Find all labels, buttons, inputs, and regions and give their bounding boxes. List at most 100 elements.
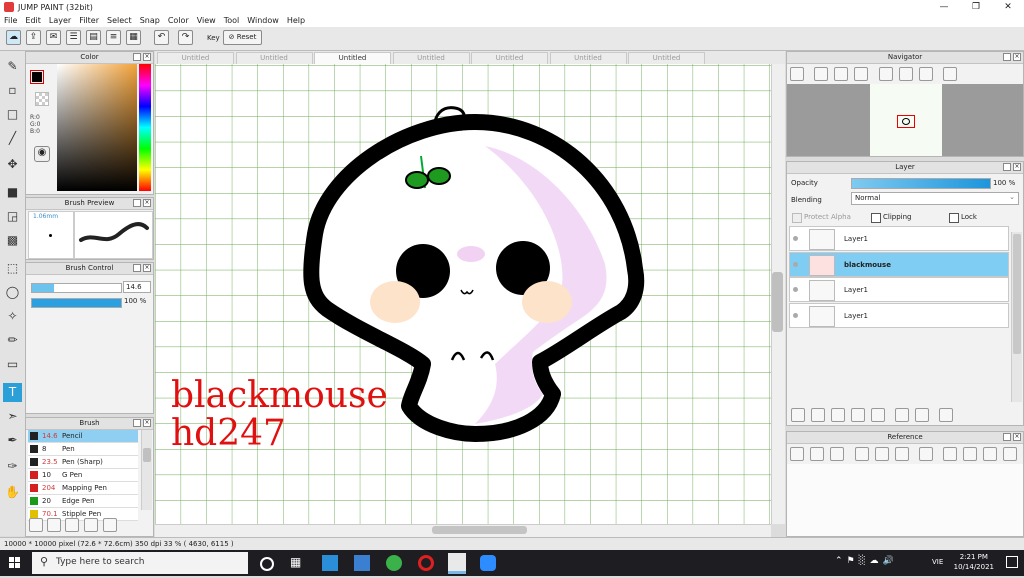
- protect-alpha-checkbox[interactable]: [792, 213, 802, 223]
- panel-float-icon[interactable]: [133, 264, 141, 272]
- close-button[interactable]: ✕: [992, 0, 1024, 14]
- system-tray-icons[interactable]: ⌃⚑░☁🔊: [835, 556, 898, 566]
- note-icon[interactable]: ☰: [66, 30, 81, 45]
- reference-rotate-left-icon[interactable]: [943, 447, 957, 461]
- layer-row[interactable]: Layer1: [789, 226, 1009, 251]
- panel-close-icon[interactable]: ×: [143, 199, 151, 207]
- reference-zoom-in-icon[interactable]: [855, 447, 869, 461]
- menu-tool[interactable]: Tool: [220, 16, 244, 25]
- blending-select[interactable]: Normal ⌄: [851, 192, 1019, 205]
- layer-visibility-icon[interactable]: [793, 312, 798, 318]
- panel-close-icon[interactable]: ×: [143, 53, 151, 61]
- zoom-app-icon[interactable]: [480, 555, 496, 571]
- menu-help[interactable]: Help: [283, 16, 309, 25]
- layer-visibility-icon[interactable]: [793, 287, 798, 292]
- canvas-vertical-scroll-thumb[interactable]: [772, 272, 783, 332]
- new-halftone-layer-icon[interactable]: [851, 408, 865, 422]
- panel-close-icon[interactable]: ×: [1013, 53, 1021, 61]
- mail-icon[interactable]: [322, 555, 338, 571]
- brush-folder-icon[interactable]: [103, 518, 117, 532]
- list-icon[interactable]: ≡: [106, 30, 121, 45]
- delete-layer-icon[interactable]: [939, 408, 953, 422]
- select-pen-tool-icon[interactable]: ✏: [3, 331, 22, 350]
- background-color-swatch[interactable]: [35, 92, 49, 106]
- menu-layer[interactable]: Layer: [45, 16, 75, 25]
- panel-float-icon[interactable]: [133, 419, 141, 427]
- shape-tool-icon[interactable]: □: [3, 105, 22, 124]
- rotate-right-icon[interactable]: [919, 67, 933, 81]
- panel-close-icon[interactable]: ×: [143, 264, 151, 272]
- copy-brush-icon[interactable]: [84, 518, 98, 532]
- palette-icon[interactable]: ◉: [34, 146, 50, 162]
- reference-flip-icon[interactable]: [1003, 447, 1017, 461]
- magic-wand-tool-icon[interactable]: ✧: [3, 307, 22, 326]
- document-tab[interactable]: Untitled: [157, 52, 234, 64]
- menu-edit[interactable]: Edit: [21, 16, 45, 25]
- zoom-in-plus-icon[interactable]: [814, 67, 828, 81]
- brush-list-item[interactable]: 14.6 Pencil: [28, 430, 138, 443]
- canvas-horizontal-scroll-thumb[interactable]: [432, 526, 527, 534]
- operation-tool-icon[interactable]: ➣: [3, 407, 22, 426]
- new-layer-8bit-icon[interactable]: [811, 408, 825, 422]
- reference-new-icon[interactable]: [790, 447, 804, 461]
- new-layer-icon[interactable]: [791, 408, 805, 422]
- menu-snap[interactable]: Snap: [136, 16, 164, 25]
- panel-float-icon[interactable]: [1003, 163, 1011, 171]
- foreground-color-swatch[interactable]: [30, 70, 44, 84]
- store-icon[interactable]: [354, 555, 370, 571]
- layer-row[interactable]: Layer1: [789, 302, 1009, 328]
- saturation-value-picker[interactable]: [57, 64, 137, 191]
- dropper-tool-icon[interactable]: ✒: [3, 431, 22, 450]
- zoom-in-icon[interactable]: [790, 67, 804, 81]
- notification-icon[interactable]: [1006, 556, 1018, 568]
- reference-dropper-icon[interactable]: [919, 447, 933, 461]
- canvas-view[interactable]: blackmouse hd247: [155, 64, 771, 524]
- gradient-tool-icon[interactable]: ▩: [3, 231, 22, 250]
- reference-open-icon[interactable]: [810, 447, 824, 461]
- new-brush-icon[interactable]: [47, 518, 61, 532]
- new-layer-1bit-icon[interactable]: [831, 408, 845, 422]
- panel-float-icon[interactable]: [133, 53, 141, 61]
- cortana-icon[interactable]: [260, 557, 274, 571]
- export-icon[interactable]: ⇪: [26, 30, 41, 45]
- brush-list-item[interactable]: 20 Edge Pen: [28, 495, 138, 508]
- panel-float-icon[interactable]: [133, 199, 141, 207]
- layer-visibility-icon[interactable]: [793, 236, 798, 241]
- document-tab[interactable]: Untitled: [549, 52, 627, 64]
- lock-checkbox[interactable]: [949, 213, 959, 223]
- windows-start-icon[interactable]: [0, 550, 30, 576]
- grid-icon[interactable]: ▦: [126, 30, 141, 45]
- menu-file[interactable]: File: [0, 16, 21, 25]
- select-eraser-tool-icon[interactable]: ▭: [3, 355, 22, 374]
- brush-size-slider[interactable]: [31, 283, 122, 293]
- reference-zoom-out-icon[interactable]: [895, 447, 909, 461]
- brush-menu-icon[interactable]: [65, 518, 79, 532]
- language-indicator[interactable]: VIE: [932, 558, 943, 566]
- taskbar-clock[interactable]: 2:21 PM 10/14/2021: [954, 552, 994, 572]
- flip-icon[interactable]: [943, 67, 957, 81]
- reference-view[interactable]: [787, 464, 1023, 536]
- panel-close-icon[interactable]: ×: [1013, 163, 1021, 171]
- brush-tool-icon[interactable]: ✎: [3, 57, 22, 76]
- cloud-icon[interactable]: ☁: [6, 30, 21, 45]
- layer-row[interactable]: Layer1: [789, 277, 1009, 302]
- navigator-thumbnail[interactable]: [870, 84, 942, 156]
- brush-opacity-slider[interactable]: [31, 298, 122, 308]
- eraser-tool-icon[interactable]: ▫: [3, 81, 22, 100]
- reference-rotate-reset-icon[interactable]: [963, 447, 977, 461]
- panel-close-icon[interactable]: ×: [1013, 433, 1021, 441]
- layer-row[interactable]: blackmouse: [789, 251, 1009, 277]
- copy-layer-icon[interactable]: [895, 408, 909, 422]
- text-tool-icon[interactable]: T: [3, 383, 22, 402]
- layer-opacity-slider[interactable]: [851, 178, 991, 189]
- menu-view[interactable]: View: [193, 16, 220, 25]
- canvas-artwork[interactable]: [155, 64, 771, 524]
- menu-color[interactable]: Color: [164, 16, 193, 25]
- merge-layer-icon[interactable]: [915, 408, 929, 422]
- fit-icon[interactable]: [834, 67, 848, 81]
- move-tool-icon[interactable]: ✥: [3, 155, 22, 174]
- document-tab[interactable]: Untitled: [314, 52, 391, 64]
- task-view-icon[interactable]: ▦: [290, 555, 306, 571]
- rotate-left-icon[interactable]: [879, 67, 893, 81]
- document-tab[interactable]: Untitled: [392, 52, 470, 64]
